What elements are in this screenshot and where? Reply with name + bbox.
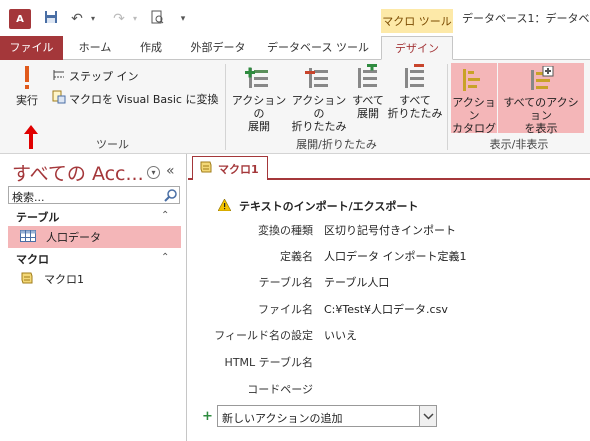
show-all-actions-line1: すべてのアクション [503,96,579,122]
ribbon: 実行 ステップ イン マクロを Visual Basic に変換 ツール アクシ… [0,60,590,154]
window-title: データベース1：データベース [462,12,590,25]
ribbon-tab-bar: ファイル ホーム 作成 外部データ データベース ツール デザイン [0,36,590,60]
add-action-plus-icon: + [202,409,213,424]
convert-to-vba-label: マクロを Visual Basic に変換 [69,92,219,106]
convert-macro-icon [52,90,66,107]
nav-section-macros[interactable]: マクロ [16,251,49,267]
expand-actions-button[interactable]: アクションの 展開 [229,64,289,133]
collapse-actions-icon [305,64,333,92]
nav-item-macro[interactable]: マクロ1 [8,268,181,290]
expand-actions-icon [245,64,273,92]
chevron-up-icon[interactable]: ⌃ [161,210,169,221]
tab-create[interactable]: 作成 [128,36,174,60]
arg-label-has-field-names: フィールド名の設定 [214,329,313,342]
expand-actions-line2: 展開 [248,120,270,133]
save-icon[interactable] [42,10,60,28]
chevron-up-icon[interactable]: ⌃ [161,252,169,263]
macro-icon [20,271,34,288]
undo-dropdown-icon[interactable]: ▾ [84,10,102,28]
tab-external-data[interactable]: 外部データ [182,36,254,60]
document-tab-label: マクロ1 [218,162,259,176]
show-all-actions-icon [527,65,555,94]
title-bar: A ↶ ▾ ↷ ▾ ▾ マクロ ツール データベース1：データベース [0,0,590,36]
nav-search-text: 検索... [12,191,45,204]
nav-item-label: 人口データ [46,231,101,244]
step-in-label: ステップ イン [69,70,139,83]
nav-item-label: マクロ1 [44,273,84,286]
macro-designer: マクロ1 テキストのインポート/エクスポート 変換の種類 区切り記号付きインポー… [188,154,590,441]
chevron-down-icon[interactable] [419,406,436,426]
show-all-actions-line2: を表示 [524,122,558,135]
tab-design[interactable]: デザイン [381,36,453,60]
macro-tools-context-label: マクロ ツール [381,9,453,33]
nav-search-input[interactable]: 検索... [8,186,180,204]
run-label: 実行 [16,94,38,107]
arg-label-file-name: ファイル名 [258,303,313,316]
print-preview-icon[interactable] [148,10,166,28]
add-new-action-combobox[interactable]: 新しいアクションの追加 [217,405,437,427]
collapse-all-icon [401,64,429,92]
table-icon [20,229,36,245]
navigation-pane: すべての Acc... ▾ « 検索... テーブル ⌃ 人口データ マクロ ⌃… [0,154,187,441]
arg-label-transfer-type: 変換の種類 [258,224,313,237]
arg-value-has-field-names[interactable]: いいえ [324,327,357,343]
arg-label-html-table-name: HTML テーブル名 [224,356,313,369]
collapse-all-line2: 折りたたみ [387,107,443,120]
convert-to-vba-button[interactable]: マクロを Visual Basic に変換 [52,90,218,107]
expand-collapse-group-label: 展開/折りたたみ [296,138,377,151]
step-in-icon [52,69,66,84]
nav-pane-title[interactable]: すべての Acc... [12,159,144,186]
arg-value-transfer-type[interactable]: 区切り記号付きインポート [324,222,456,238]
document-tab-strip: マクロ1 [188,154,590,180]
macro-icon [199,160,213,177]
show-all-actions-button[interactable]: すべてのアクション を表示 [498,63,584,135]
nav-collapse-icon[interactable]: « [166,163,175,179]
tab-file[interactable]: ファイル [0,36,63,60]
run-button[interactable]: 実行 [8,64,46,107]
arg-label-code-page: コードページ [247,383,313,396]
action-catalog-button[interactable]: アクション カタログ [451,63,497,135]
arg-label-table-name: テーブル名 [258,276,313,289]
arg-value-spec-name[interactable]: 人口データ インポート定義1 [324,248,467,264]
customize-qat-icon[interactable]: ▾ [174,10,192,28]
macro-action-header[interactable]: テキストのインポート/エクスポート [217,197,419,214]
red-up-arrow-icon [24,125,38,149]
action-catalog-line1: アクション [452,96,496,122]
warning-icon [217,197,232,214]
collapse-all-button[interactable]: すべて 折りたたみ [387,64,443,120]
nav-section-tables[interactable]: テーブル [16,209,59,225]
expand-all-line2: 展開 [357,107,379,120]
collapse-actions-button[interactable]: アクションの 折りたたみ [288,64,350,133]
action-catalog-line2: カタログ [452,122,496,135]
collapse-actions-line1: アクションの [291,94,347,120]
arg-label-spec-name: 定義名 [280,250,313,263]
tab-database-tools[interactable]: データベース ツール [262,36,374,60]
document-tab-macro1[interactable]: マクロ1 [192,156,268,180]
expand-actions-line1: アクションの [231,94,287,120]
step-in-button[interactable]: ステップ イン [52,68,139,84]
action-catalog-icon [460,66,488,94]
collapse-all-line1: すべて [399,94,431,107]
run-icon [17,64,37,92]
macro-action-title: テキストのインポート/エクスポート [239,200,419,213]
expand-all-button[interactable]: すべて 展開 [350,60,386,120]
access-app-icon[interactable]: A [9,9,31,29]
add-new-action-text: 新しいアクションの追加 [222,412,343,425]
show-hide-group-label: 表示/非表示 [489,138,549,151]
search-icon[interactable] [164,188,178,202]
redo-dropdown-icon[interactable]: ▾ [126,10,144,28]
expand-all-line1: すべて [352,94,384,107]
nav-dropdown-icon[interactable]: ▾ [147,166,160,179]
expand-all-icon [354,60,382,92]
tab-home[interactable]: ホーム [70,36,120,60]
nav-item-table[interactable]: 人口データ [8,226,181,248]
collapse-actions-line2: 折りたたみ [291,120,347,133]
arg-value-file-name[interactable]: C:¥Test¥人口データ.csv [324,301,448,317]
arg-value-table-name[interactable]: テーブル人口 [324,274,389,290]
